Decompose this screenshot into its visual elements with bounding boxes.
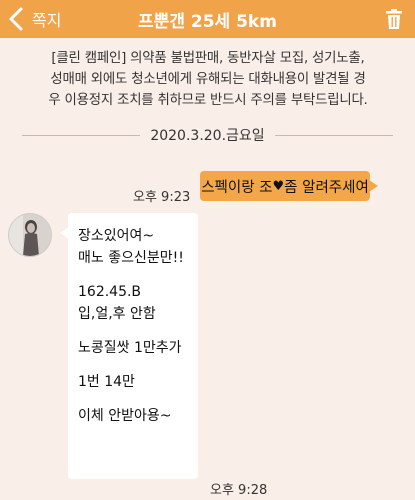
heart-icon: ♥ bbox=[272, 178, 285, 194]
avatar-photo bbox=[9, 214, 51, 256]
trash-icon[interactable] bbox=[383, 8, 405, 30]
message-line: 노콩질쌋 1만추가 bbox=[78, 340, 182, 356]
incoming-message-bubble[interactable]: 장소있어여~ 매노 좋으신분만!! 162.45.B 입,얼,후 안함 노콩질쌋… bbox=[60, 213, 198, 479]
incoming-timestamp: 오후 9:28 bbox=[210, 483, 268, 498]
divider-line bbox=[22, 134, 141, 136]
date-divider: 2020.3.20.금요일 bbox=[0, 124, 415, 146]
message-body: 장소있어여~ 매노 좋으신분만!! 162.45.B 입,얼,후 안함 노콩질쌋… bbox=[78, 225, 184, 427]
message-line: 1번 14만 bbox=[78, 374, 135, 390]
message-line: 장소있어여~ bbox=[78, 228, 155, 244]
clean-campaign-notice: [클린 캠페인] 의약품 불법판매, 동반자살 모집, 성기노출, 성매매 외에… bbox=[12, 48, 404, 111]
message-text: 좀 알려주세여 bbox=[284, 179, 369, 196]
date-label: 2020.3.20.금요일 bbox=[150, 128, 265, 144]
top-bar: 쪽지 프뿐갠 25세 5km bbox=[0, 0, 415, 38]
message-line: 162.45.B bbox=[78, 284, 142, 300]
outgoing-timestamp: 오후 9:23 bbox=[133, 190, 191, 205]
outgoing-message-bubble[interactable]: 스펙이랑 조 ♥ 좀 알려주세여 bbox=[200, 171, 378, 201]
notice-line: 우 이용정지 조치를 취하므로 반드시 주의를 부탁드립니다. bbox=[48, 93, 368, 108]
message-text: 스펙이랑 조 bbox=[201, 179, 273, 196]
message-line: 이체 안받아용~ bbox=[78, 408, 172, 424]
avatar[interactable] bbox=[8, 213, 52, 257]
page-title: 프뿐갠 25세 5km bbox=[138, 11, 277, 32]
divider-line bbox=[274, 134, 393, 136]
notice-line: 성매매 외에도 청소년에게 유해되는 대화내용이 발견될 경 bbox=[50, 72, 366, 87]
message-line: 매노 좋으신분만!! bbox=[78, 250, 184, 266]
notice-line: [클린 캠페인] 의약품 불법판매, 동반자살 모집, 성기노출, bbox=[51, 51, 365, 66]
message-line: 입,얼,후 안함 bbox=[78, 306, 156, 322]
